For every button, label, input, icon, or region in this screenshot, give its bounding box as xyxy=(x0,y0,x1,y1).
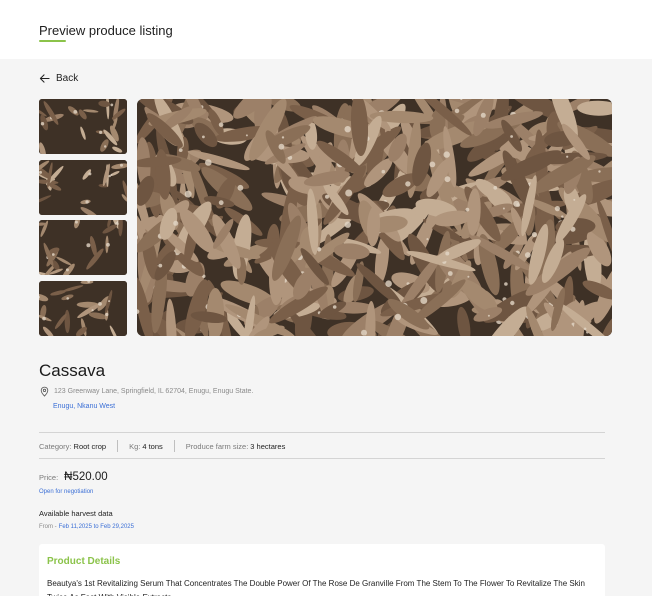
page-title: Preview produce listing xyxy=(39,23,173,38)
address-text: 123 Greenway Lane, Springfield, IL 62704… xyxy=(54,388,254,395)
gallery-thumbnail-4[interactable] xyxy=(39,281,127,336)
arrow-left-icon xyxy=(39,74,50,83)
cassava-thumbnail-image xyxy=(39,220,127,275)
harvest-title: Available harvest data xyxy=(39,509,113,518)
main-product-image xyxy=(137,99,612,336)
cassava-main-image xyxy=(137,99,612,336)
price-label: Price: xyxy=(39,472,59,482)
product-details-card: Product Details Beautya's 1st Revitalizi… xyxy=(39,544,605,596)
address-row: 123 Greenway Lane, Springfield, IL 62704… xyxy=(39,386,253,397)
gallery-thumbnail-1[interactable] xyxy=(39,99,127,154)
specs-row: Category: Root crop Kg: 4 tons Produce f… xyxy=(39,439,285,453)
spec-separator xyxy=(117,440,119,452)
area-link[interactable]: Enugu, Nkanu West xyxy=(53,403,115,410)
back-label: Back xyxy=(56,73,79,84)
farm-size-value: 3 hectares xyxy=(250,441,286,451)
harvest-range: From - Feb 11,2025 to Feb 29,2025 xyxy=(39,524,134,530)
product-name: Cassava xyxy=(39,361,106,380)
title-underline xyxy=(39,40,66,42)
spec-separator xyxy=(173,440,175,452)
gallery-thumbnail-2[interactable] xyxy=(39,160,127,215)
product-details-body: Beautya's 1st Revitalizing Serum That Co… xyxy=(47,579,585,596)
price-value: ₦520.00 xyxy=(64,471,108,483)
farm-size-label: Produce farm size: xyxy=(185,441,249,451)
kg-value: 4 tons xyxy=(142,441,163,451)
kg-label: Kg: xyxy=(129,441,141,451)
map-pin-icon xyxy=(40,386,49,397)
cassava-thumbnail-image xyxy=(39,281,127,336)
back-button[interactable]: Back xyxy=(39,73,78,84)
product-details-title: Product Details xyxy=(47,556,121,567)
category-value: Root crop xyxy=(73,441,107,451)
spec-farm-size: Produce farm size: 3 hectares xyxy=(186,442,286,451)
divider xyxy=(39,458,605,459)
price-row: Price: ₦520.00 xyxy=(39,471,108,483)
cassava-thumbnail-image xyxy=(39,160,127,215)
harvest-from-label: From - xyxy=(39,524,57,530)
cassava-thumbnail-image xyxy=(39,99,127,154)
divider xyxy=(39,432,605,433)
top-bar: Preview produce listing xyxy=(0,0,652,59)
spec-kg: Kg: 4 tons xyxy=(129,442,163,451)
spec-category: Category: Root crop xyxy=(39,442,106,451)
harvest-date-range: Feb 11,2025 to Feb 29,2025 xyxy=(58,524,134,530)
category-label: Category: xyxy=(39,441,72,451)
gallery-thumbnail-3[interactable] xyxy=(39,220,127,275)
negotiation-note: Open for negotiation xyxy=(39,489,94,495)
